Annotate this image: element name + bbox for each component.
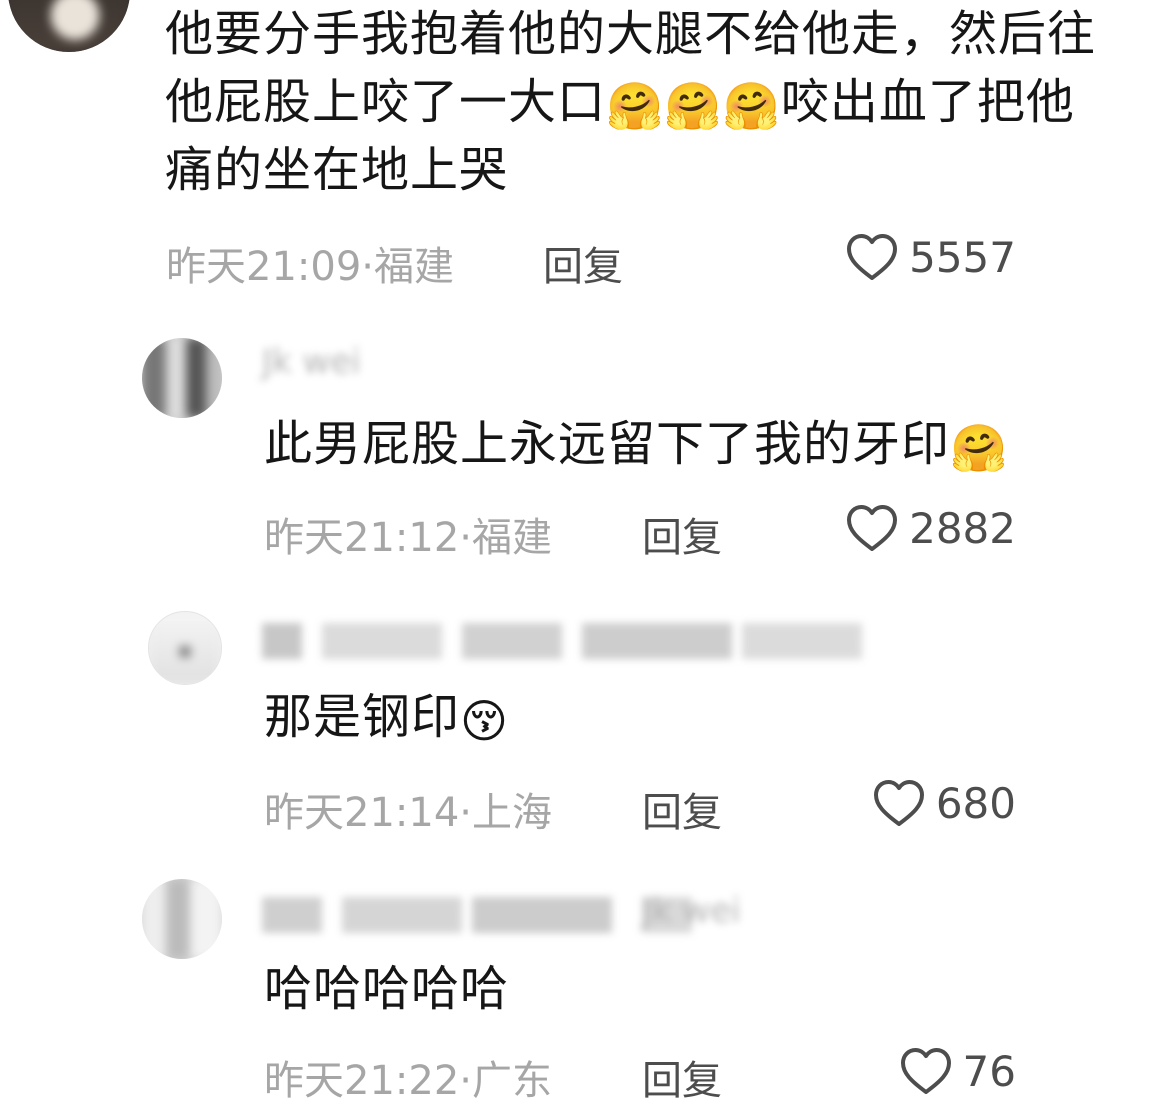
avatar[interactable]	[142, 338, 222, 418]
like-count: 2882	[909, 503, 1016, 553]
reply-button[interactable]: 回复	[543, 234, 623, 292]
like-count: 76	[962, 1046, 1016, 1096]
heart-outline-icon	[847, 505, 898, 551]
hug-emoji-icon: 🤗	[950, 421, 1009, 475]
like-button[interactable]: 2882	[840, 502, 1016, 554]
heart-outline-icon	[873, 780, 924, 826]
hug-emoji-icon: 🤗	[722, 79, 781, 133]
comment-meta: 昨天21:09·福建	[166, 244, 454, 290]
heart-outline-icon	[900, 1048, 951, 1094]
username[interactable]	[262, 623, 882, 663]
comment-meta: 昨天21:14·上海	[264, 790, 552, 836]
avatar[interactable]	[148, 611, 222, 685]
comment-meta: 昨天21:12·福建	[264, 515, 552, 561]
hug-emoji-icon: 🤗	[606, 79, 665, 133]
username[interactable]: Jk wei	[262, 891, 782, 937]
hug-emoji-icon: 🤗	[664, 79, 723, 133]
heart-outline-icon	[847, 234, 898, 280]
username[interactable]: Jk wei	[262, 342, 422, 388]
reply-button[interactable]: 回复	[642, 505, 722, 563]
comment-item: 他要分手我抱着他的大腿不给他走，然后往 他屁股上咬了一大口🤗🤗🤗咬出血了把他 痛…	[0, 0, 1172, 300]
comment-text: 哈哈哈哈哈	[264, 961, 510, 1017]
like-count: 680	[935, 778, 1016, 828]
reply-button[interactable]: 回复	[642, 1048, 722, 1106]
avatar[interactable]	[142, 879, 222, 959]
reply-button[interactable]: 回复	[642, 780, 722, 838]
like-button[interactable]: 680	[840, 777, 1016, 829]
kissing-emoji-icon: 😚	[460, 694, 509, 748]
comment-text: 他要分手我抱着他的大腿不给他走，然后往 他屁股上咬了一大口🤗🤗🤗咬出血了把他 痛…	[165, 6, 1097, 198]
like-button[interactable]: 5557	[840, 231, 1016, 283]
reply-item: Jk wei 此男屁股上永远留下了我的牙印🤗 昨天21:12·福建 回复 288…	[0, 330, 1172, 570]
comment-text: 此男屁股上永远留下了我的牙印🤗	[264, 416, 1009, 475]
reply-item: 那是钢印😚 昨天21:14·上海 回复 680	[0, 605, 1172, 845]
comment-meta: 昨天21:22·广东	[264, 1058, 552, 1104]
like-count: 5557	[909, 232, 1016, 282]
reply-item: Jk wei 哈哈哈哈哈 昨天21:22·广东 回复 76	[0, 875, 1172, 1115]
like-button[interactable]: 76	[840, 1045, 1016, 1097]
avatar[interactable]	[8, 0, 130, 52]
comment-text: 那是钢印😚	[264, 689, 509, 748]
